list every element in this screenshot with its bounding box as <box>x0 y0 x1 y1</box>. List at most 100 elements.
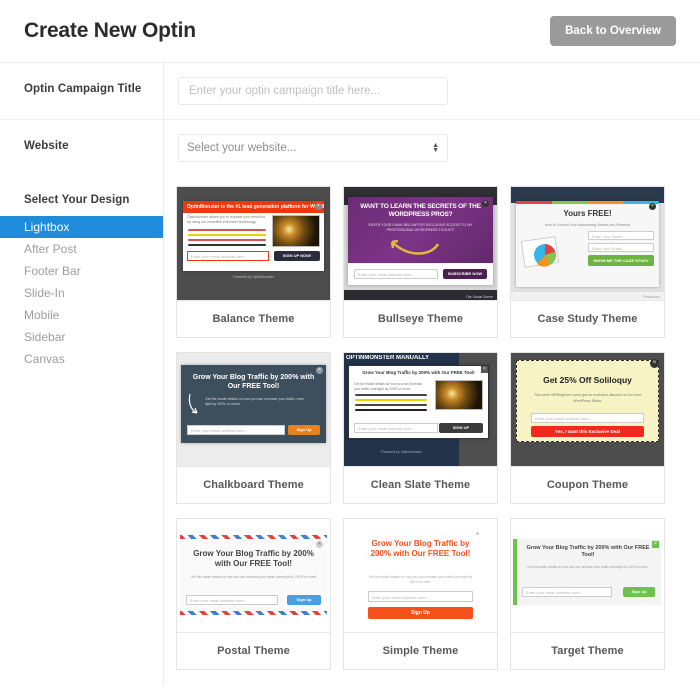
case-study-email-input: Enter Your Email <box>588 243 654 252</box>
theme-label-coupon: Coupon Theme <box>511 466 664 503</box>
simple-body: Get the inside details on how you can in… <box>368 575 473 584</box>
theme-card-target[interactable]: Grow Your Blog Traffic by 200% with Our … <box>510 518 665 670</box>
close-icon: × <box>475 531 480 538</box>
theme-preview-clean-slate: OPTINMONSTER MANUALLY Grow Your Blog Tra… <box>344 353 497 466</box>
clean-slate-headline: Grow Your Blog Traffic by 200% with Our … <box>362 370 475 375</box>
postal-cta-button: Sign Up <box>287 595 321 605</box>
balance-footer: Powered by OptinMonster <box>233 275 274 279</box>
design-type-list: Lightbox After Post Footer Bar Slide-In … <box>0 216 163 370</box>
target-headline: Grow Your Blog Traffic by 200% with Our … <box>526 545 650 558</box>
form-row-optin-title: Optin Campaign Title <box>0 63 700 120</box>
sidebar-item-mobile[interactable]: Mobile <box>0 304 163 326</box>
coupon-headline: Get 25% Off Soliloquy <box>543 375 632 385</box>
target-email-input: Enter your email address here... <box>522 587 612 597</box>
close-icon: × <box>316 541 323 548</box>
clean-slate-email-input: Enter your email address here... <box>354 423 438 433</box>
theme-label-clean-slate: Clean Slate Theme <box>344 466 497 503</box>
case-study-footer: Resources <box>643 295 660 299</box>
form-row-website: Website Select your website... ▲ ▼ <box>0 120 700 176</box>
website-select[interactable]: Select your website... <box>178 134 448 162</box>
select-your-design-heading: Select Your Design <box>24 194 130 206</box>
balance-body: OptinMonster allows you to explode your … <box>187 215 265 224</box>
case-study-name-input: Enter Your Name <box>588 231 654 240</box>
theme-preview-coupon: Get 25% Off Soliloquy This week WPBeginn… <box>511 353 664 466</box>
clean-slate-body: Get the inside details on how you can in… <box>354 382 423 391</box>
target-cta-button: Sign Up <box>623 587 655 597</box>
select-design-section: Select Your Design Lightbox After Post F… <box>0 176 700 686</box>
close-icon: × <box>481 366 488 373</box>
theme-card-simple[interactable]: Grow Your Blog Traffic by 200% with Our … <box>343 518 498 670</box>
balance-email-input: Enter your email address here... <box>187 251 269 261</box>
close-icon: × <box>650 359 659 368</box>
coupon-body: This week WPBeginner users get an exclus… <box>533 393 642 403</box>
theme-preview-case-study: Yours FREE! How to Convert Your Abandoni… <box>511 187 664 300</box>
bullseye-footer: The Social Scene <box>465 295 493 299</box>
field-website: Select your website... ▲ ▼ <box>164 120 700 176</box>
sidebar-item-canvas[interactable]: Canvas <box>0 348 163 370</box>
website-select-wrapper: Select your website... ▲ ▼ <box>178 134 448 162</box>
optin-campaign-title-input[interactable] <box>178 77 448 105</box>
close-icon: × <box>482 200 489 207</box>
page-title: Create New Optin <box>24 19 196 42</box>
theme-label-simple: Simple Theme <box>344 632 497 669</box>
target-accent-bar <box>513 539 517 605</box>
simple-cta-button: Sign Up <box>368 607 473 619</box>
theme-label-postal: Postal Theme <box>177 632 330 669</box>
chalkboard-body: Get the inside details on how you can in… <box>205 397 305 406</box>
theme-preview-bullseye: WANT TO LEARN THE SECRETS OF THE WORDPRE… <box>344 187 497 300</box>
theme-card-bullseye[interactable]: WANT TO LEARN THE SECRETS OF THE WORDPRE… <box>343 186 498 338</box>
close-icon: × <box>315 203 322 210</box>
close-icon: × <box>652 541 659 548</box>
case-study-headline: Yours FREE! <box>563 209 612 218</box>
close-icon: × <box>649 203 656 210</box>
theme-preview-chalkboard: Grow Your Blog Traffic by 200% with Our … <box>177 353 330 466</box>
target-body: Get the inside details on how you can in… <box>527 565 649 569</box>
bullseye-headline: WANT TO LEARN THE SECRETS OF THE WORDPRE… <box>360 203 481 218</box>
balance-headline: OptinMonster is the #1 lead generation p… <box>183 201 324 213</box>
theme-card-clean-slate[interactable]: OPTINMONSTER MANUALLY Grow Your Blog Tra… <box>343 352 498 504</box>
coupon-cta-button: Yes, I want this Exclusive Deal <box>531 426 644 437</box>
theme-card-balance[interactable]: OptinMonster is the #1 lead generation p… <box>176 186 331 338</box>
simple-headline: Grow Your Blog Traffic by 200% with Our … <box>370 539 471 558</box>
chalkboard-email-input: Enter your email address here... <box>187 425 285 435</box>
theme-preview-balance: OptinMonster is the #1 lead generation p… <box>177 187 330 300</box>
bullseye-body: ENTER YOUR EMAIL BELOW FOR EXCLUSIVE ACC… <box>368 223 473 232</box>
sidebar-item-lightbox[interactable]: Lightbox <box>0 216 163 238</box>
postal-headline: Grow Your Blog Traffic by 200% with Our … <box>193 549 314 568</box>
postal-email-input: Enter your email address here... <box>186 595 278 605</box>
back-to-overview-button[interactable]: Back to Overview <box>550 16 676 46</box>
sidebar-item-footer-bar[interactable]: Footer Bar <box>0 260 163 282</box>
sidebar-item-sidebar[interactable]: Sidebar <box>0 326 163 348</box>
close-icon: × <box>316 367 323 374</box>
postal-body: Get the inside details on how you can in… <box>190 575 317 579</box>
postal-stripe-bottom <box>180 611 327 615</box>
theme-label-balance: Balance Theme <box>177 300 330 337</box>
optin-form: Optin Campaign Title Website Select your… <box>0 62 700 176</box>
case-study-body: How to Convert Your Abandoning Visitors … <box>544 223 631 227</box>
field-optin-campaign-title <box>164 63 700 119</box>
theme-label-case-study: Case Study Theme <box>511 300 664 337</box>
theme-card-case-study[interactable]: Yours FREE! How to Convert Your Abandoni… <box>510 186 665 338</box>
clean-slate-footer: Powered by OptinMonster <box>381 450 422 454</box>
theme-preview-postal: Grow Your Blog Traffic by 200% with Our … <box>177 519 330 632</box>
balance-cta-button: SIGN UP NOW! <box>274 251 320 261</box>
sidebar-item-after-post[interactable]: After Post <box>0 238 163 260</box>
simple-email-input: Enter your email address here... <box>368 591 473 602</box>
bullseye-email-input: Enter your email address here... <box>354 269 438 279</box>
clean-slate-cta-button: SIGN UP <box>439 423 483 433</box>
theme-card-chalkboard[interactable]: Grow Your Blog Traffic by 200% with Our … <box>176 352 331 504</box>
coupon-email-input: Enter your email address here... <box>531 413 644 423</box>
chalkboard-headline: Grow Your Blog Traffic by 200% with Our … <box>192 374 315 390</box>
bullseye-cta-button: SUBSCRIBE NOW <box>443 269 487 279</box>
theme-card-postal[interactable]: Grow Your Blog Traffic by 200% with Our … <box>176 518 331 670</box>
case-study-cta-button: SHOW ME THE CASE STUDY <box>588 255 654 266</box>
theme-preview-simple: Grow Your Blog Traffic by 200% with Our … <box>344 519 497 632</box>
sidebar-item-slide-in[interactable]: Slide-In <box>0 282 163 304</box>
chalkboard-cta-button: Sign Up <box>288 425 320 435</box>
label-website: Website <box>0 120 164 176</box>
theme-card-coupon[interactable]: Get 25% Off Soliloquy This week WPBeginn… <box>510 352 665 504</box>
theme-grid: OptinMonster is the #1 lead generation p… <box>164 176 700 686</box>
theme-label-bullseye: Bullseye Theme <box>344 300 497 337</box>
postal-stripe-top <box>180 535 327 539</box>
theme-label-chalkboard: Chalkboard Theme <box>177 466 330 503</box>
